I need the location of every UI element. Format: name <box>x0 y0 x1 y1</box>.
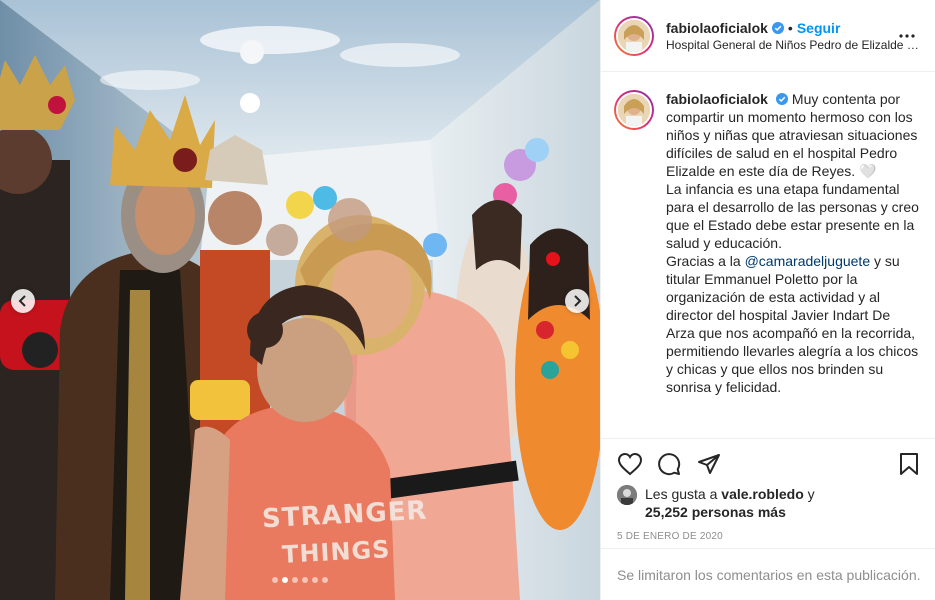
shirt-print-line2: THINGS <box>281 535 392 569</box>
carousel-prev-button[interactable] <box>11 289 35 313</box>
chevron-right-icon <box>574 295 582 307</box>
location-link[interactable]: Hospital General de Niños Pedro de Eliza… <box>666 38 922 52</box>
share-icon <box>698 454 720 474</box>
likes-count[interactable]: 25,252 personas más <box>645 504 786 520</box>
liker-username[interactable]: vale.robledo <box>721 486 803 502</box>
post-photo[interactable]: STRANGER THINGS <box>0 0 600 600</box>
author-username[interactable]: fabiolaoficialok <box>666 20 768 36</box>
carousel-dot <box>282 577 288 583</box>
caption-paragraph-2: La infancia es una etapa fundamental par… <box>666 181 919 251</box>
share-button[interactable] <box>697 444 737 484</box>
mention-link[interactable]: @camaradeljuguete <box>745 253 871 269</box>
likes-summary: Les gusta a vale.robledo y 25,252 person… <box>617 485 920 521</box>
header-row: fabiolaoficialok • Seguir <box>666 20 895 36</box>
caption: fabiolaoficialok Muy contenta por compart… <box>601 72 935 438</box>
caption-text: fabiolaoficialok Muy contenta por compart… <box>666 90 920 438</box>
verified-badge-icon <box>771 21 784 34</box>
carousel-next-button[interactable] <box>565 289 589 313</box>
comment-icon <box>658 453 681 476</box>
carousel-dot <box>322 577 328 583</box>
author-avatar[interactable] <box>614 15 654 56</box>
carousel-dot <box>272 577 278 583</box>
caption-paragraph-3-end: y su titular Emmanuel Poletto por la org… <box>666 253 919 395</box>
carousel-dot <box>292 577 298 583</box>
caption-username[interactable]: fabiolaoficialok <box>666 91 768 107</box>
follow-button[interactable]: Seguir <box>797 20 841 36</box>
action-bar <box>617 439 920 489</box>
likes-joiner: y <box>807 486 815 502</box>
header-text: fabiolaoficialok • Seguir Hospital Gener… <box>666 20 922 52</box>
post-side-panel: fabiolaoficialok • Seguir Hospital Gener… <box>600 0 935 600</box>
post-date[interactable]: 5 DE ENERO DE 2020 <box>617 531 920 542</box>
avatar-photo <box>616 92 652 128</box>
liker-avatar[interactable] <box>617 485 637 505</box>
carousel-dot <box>302 577 308 583</box>
comment-button[interactable] <box>657 444 697 484</box>
heart-icon <box>617 452 643 476</box>
likes-text: Les gusta a vale.robledo y 25,252 person… <box>645 485 815 521</box>
post-actions-area: Les gusta a vale.robledo y 25,252 person… <box>601 438 935 542</box>
carousel-dot <box>312 577 318 583</box>
separator-dot: • <box>787 19 793 36</box>
more-options-button[interactable] <box>895 24 919 48</box>
comments-disabled-notice: Se limitaron los comentarios en esta pub… <box>601 548 935 600</box>
chevron-left-icon <box>18 295 26 307</box>
save-button[interactable] <box>880 444 920 484</box>
carousel-indicator <box>0 577 600 583</box>
bookmark-icon <box>900 453 918 475</box>
caption-paragraph-3-start: Gracias a la <box>666 253 741 269</box>
like-button[interactable] <box>617 444 657 484</box>
likes-prefix: Les gusta a <box>645 486 718 502</box>
caption-avatar[interactable] <box>614 90 654 130</box>
post-header: fabiolaoficialok • Seguir Hospital Gener… <box>601 0 935 72</box>
verified-badge-icon <box>775 93 788 105</box>
avatar-photo <box>616 17 652 54</box>
more-options-icon <box>899 33 915 38</box>
